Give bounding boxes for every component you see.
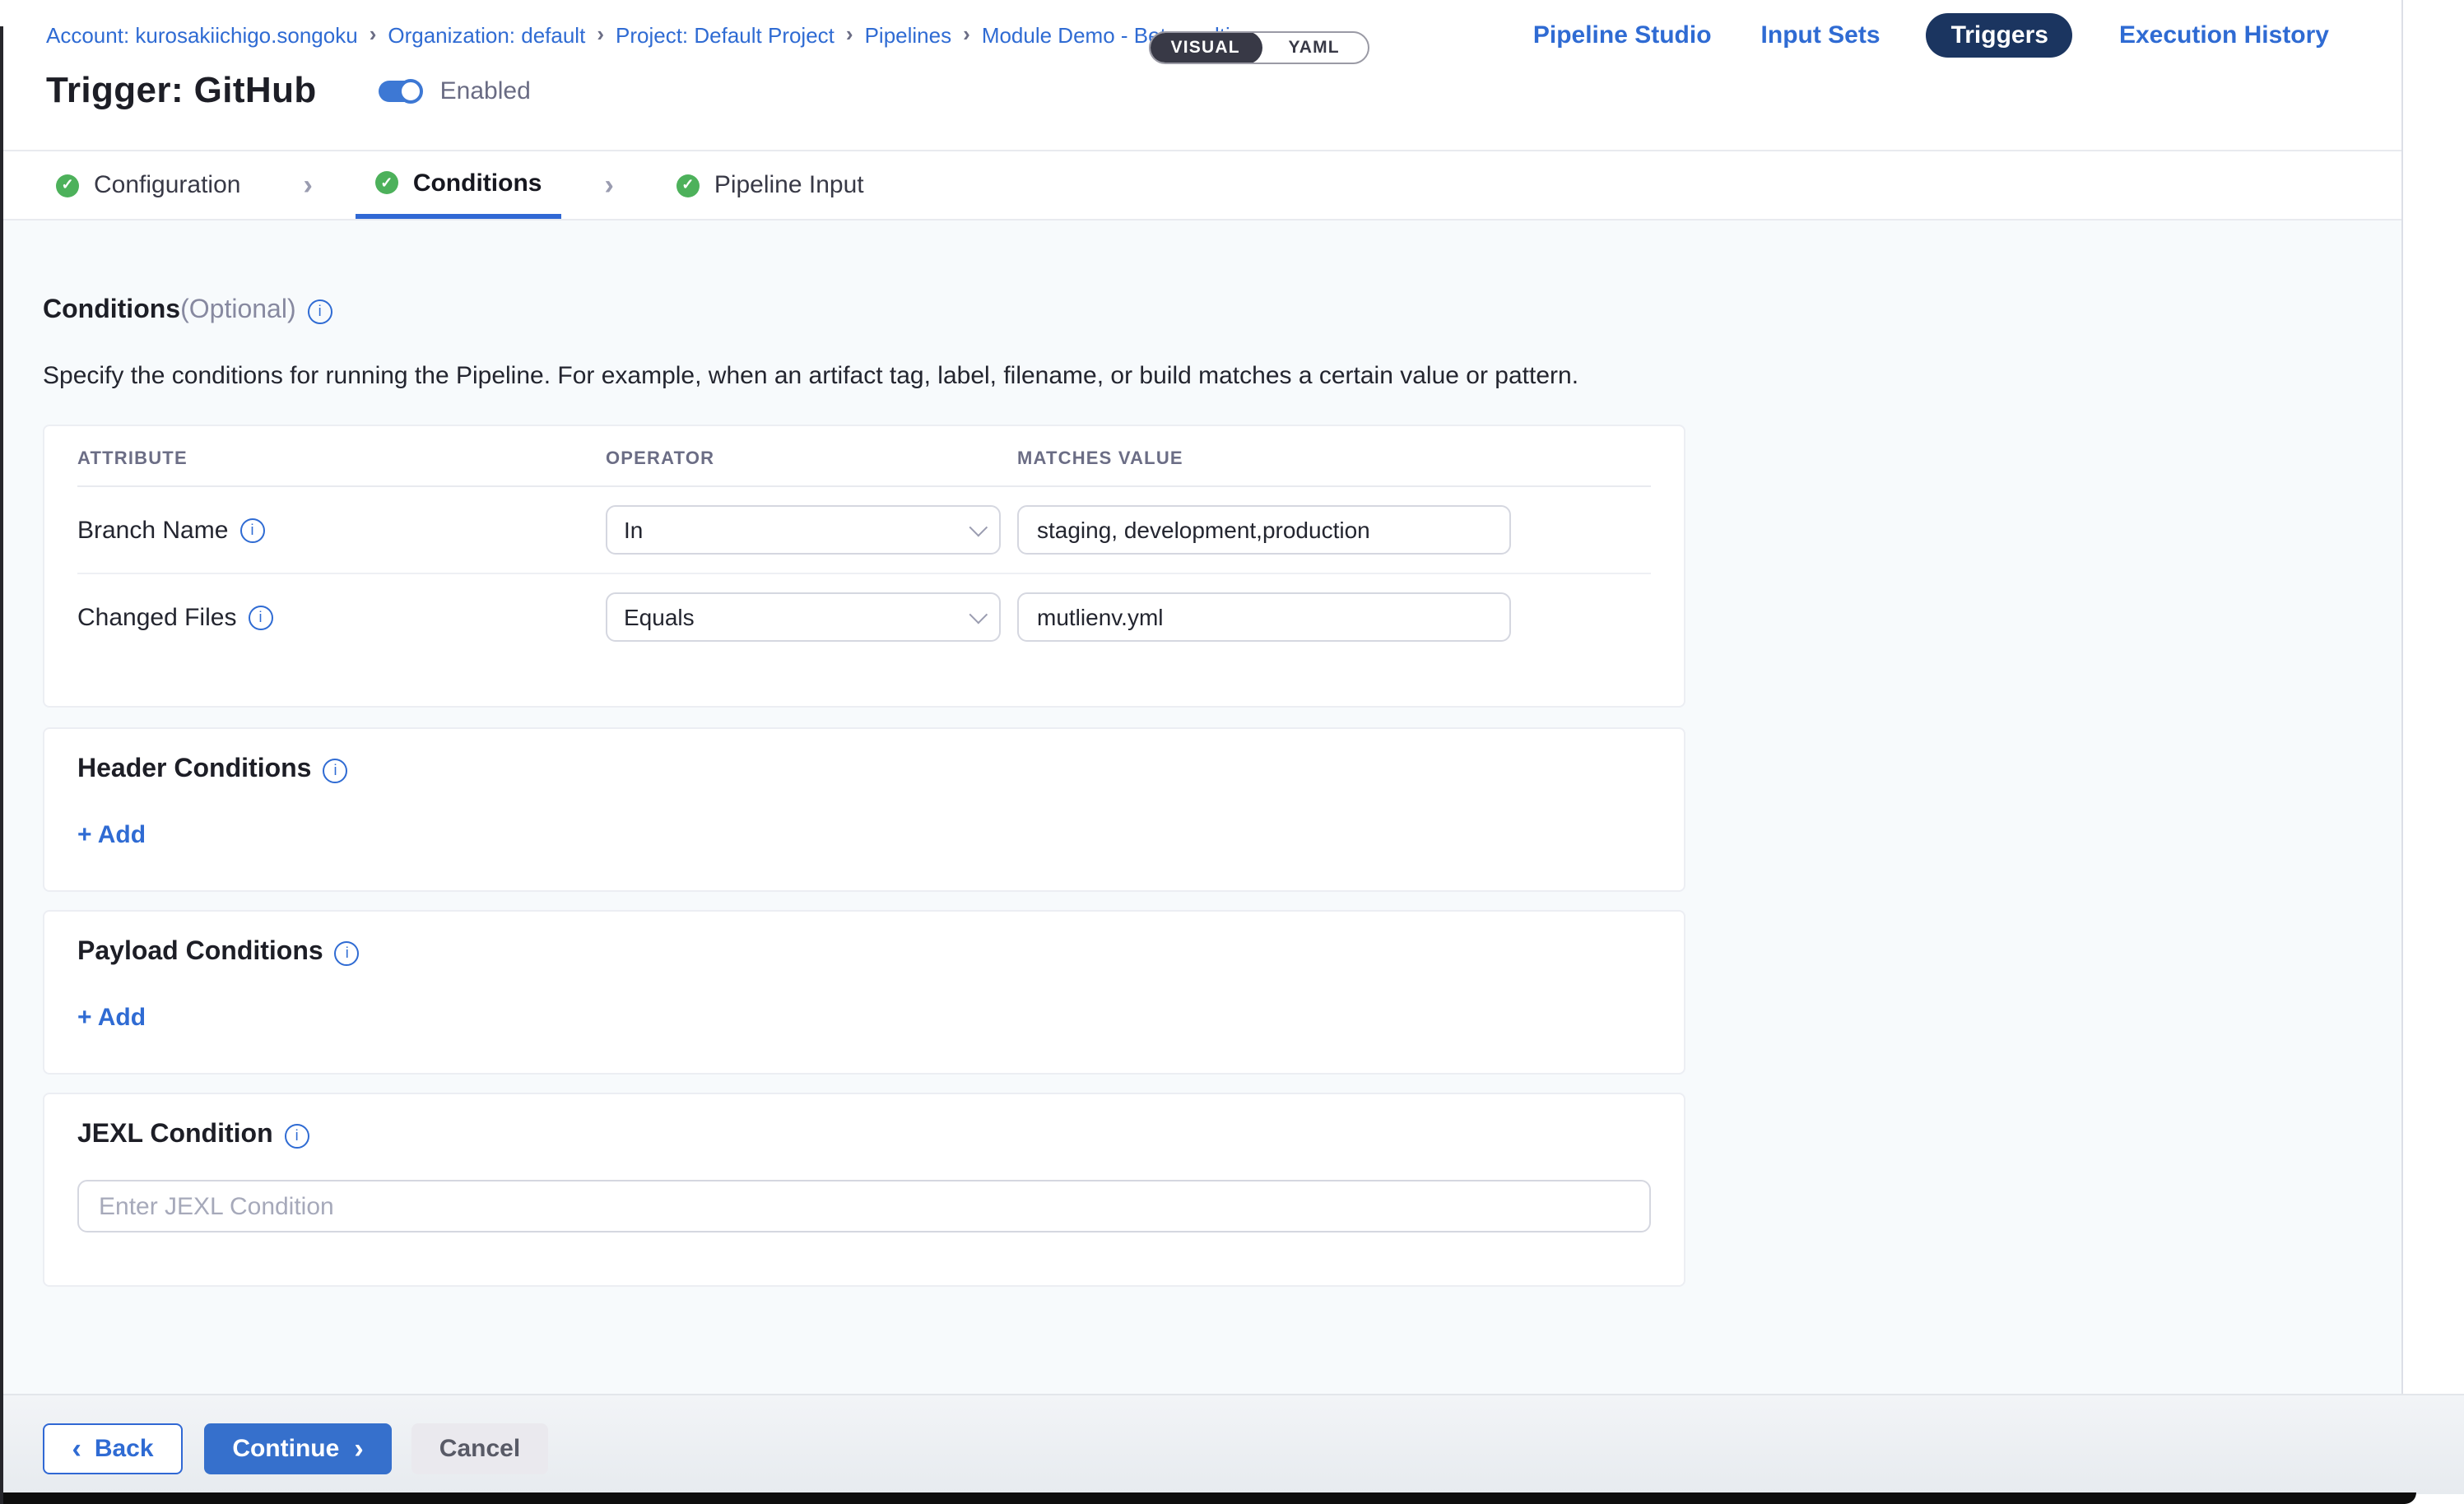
nav-pipeline-studio[interactable]: Pipeline Studio xyxy=(1530,13,1715,58)
breadcrumb-pipelines[interactable]: Pipelines xyxy=(865,23,952,48)
back-button-label: Back xyxy=(95,1435,154,1463)
breadcrumb-project[interactable]: Project: Default Project xyxy=(616,23,835,48)
chevron-left-icon: ‹ xyxy=(72,1435,81,1463)
breadcrumb-account[interactable]: Account: kurosakiichigo.songoku xyxy=(46,23,358,48)
col-operator: OPERATOR xyxy=(606,449,1017,469)
continue-button-label: Continue xyxy=(232,1435,339,1463)
check-circle-icon: ✓ xyxy=(56,174,79,197)
page-header: Account: kurosakiichigo.songoku › Organi… xyxy=(0,0,2401,151)
operator-select[interactable]: Equals xyxy=(606,592,1001,642)
chevron-right-icon: › xyxy=(846,21,853,46)
nav-execution-history[interactable]: Execution History xyxy=(2116,13,2332,58)
wizard-footer: ‹ Back Continue › Cancel xyxy=(0,1394,2464,1494)
right-gutter xyxy=(2403,0,2464,1394)
toggle-visual[interactable]: VISUAL xyxy=(1149,31,1262,64)
page-title: Trigger: GitHub xyxy=(46,69,317,112)
app-window: Account: kurosakiichigo.songoku › Organi… xyxy=(0,0,2464,1504)
toggle-knob xyxy=(399,78,424,103)
conditions-optional-text: (Optional) xyxy=(180,296,296,326)
jexl-condition-heading: JEXL Condition xyxy=(77,1121,273,1150)
chevron-down-icon xyxy=(969,518,988,537)
wizard-tabs: ✓ Configuration › ✓ Conditions › ✓ Pipel… xyxy=(0,151,2401,220)
tab-conditions-label: Conditions xyxy=(413,169,542,197)
table-row: Changed Files i Equals xyxy=(77,574,1651,660)
chevron-right-icon: › xyxy=(963,21,970,46)
chevron-right-icon: › xyxy=(561,151,656,219)
enabled-toggle[interactable] xyxy=(379,80,421,101)
conditions-heading-text: Conditions xyxy=(43,296,180,326)
info-icon[interactable]: i xyxy=(248,605,272,629)
payload-conditions-card: Payload Conditions i + Add xyxy=(43,910,1685,1075)
chevron-right-icon: › xyxy=(354,1435,363,1463)
breadcrumb: Account: kurosakiichigo.songoku › Organi… xyxy=(46,23,1272,48)
attribute-label: Branch Name xyxy=(77,516,228,544)
visual-yaml-toggle: VISUAL YAML xyxy=(1149,31,1369,64)
window-bottom-edge xyxy=(0,1492,2416,1504)
jexl-condition-card: JEXL Condition i xyxy=(43,1093,1685,1287)
chevron-down-icon xyxy=(969,606,988,624)
chevron-right-icon: › xyxy=(597,21,604,46)
back-button[interactable]: ‹ Back xyxy=(43,1423,183,1474)
jexl-condition-input[interactable] xyxy=(77,1180,1651,1232)
info-icon[interactable]: i xyxy=(323,758,347,782)
operator-select[interactable]: In xyxy=(606,505,1001,555)
nav-triggers[interactable]: Triggers xyxy=(1927,13,2073,58)
matches-value-input[interactable] xyxy=(1017,592,1511,642)
payload-conditions-heading: Payload Conditions xyxy=(77,938,323,968)
table-header-row: ATTRIBUTE OPERATOR MATCHES VALUE xyxy=(77,449,1651,487)
operator-value: Equals xyxy=(624,604,695,630)
header-conditions-heading: Header Conditions xyxy=(77,755,311,785)
info-icon[interactable]: i xyxy=(239,518,264,542)
info-icon[interactable]: i xyxy=(285,1123,309,1148)
conditions-table-card: ATTRIBUTE OPERATOR MATCHES VALUE Branch … xyxy=(43,425,1685,708)
tab-conditions[interactable]: ✓ Conditions xyxy=(356,151,562,219)
cancel-button[interactable]: Cancel xyxy=(411,1423,548,1474)
title-row: Trigger: GitHub Enabled xyxy=(46,69,531,112)
main-column: Account: kurosakiichigo.songoku › Organi… xyxy=(0,0,2401,1504)
table-row: Branch Name i In xyxy=(77,487,1651,574)
continue-button[interactable]: Continue › xyxy=(204,1423,392,1474)
operator-value: In xyxy=(624,517,643,543)
tab-pipeline-input-label: Pipeline Input xyxy=(714,171,864,199)
col-matches-value: MATCHES VALUE xyxy=(1017,449,1651,469)
check-circle-icon: ✓ xyxy=(676,174,700,197)
header-conditions-card: Header Conditions i + Add xyxy=(43,727,1685,892)
conditions-panel: Conditions (Optional) i Specify the cond… xyxy=(0,220,2401,1397)
window-left-edge xyxy=(0,26,3,1504)
pipeline-nav: Pipeline Studio Input Sets Triggers Exec… xyxy=(1530,13,2332,58)
cancel-button-label: Cancel xyxy=(439,1435,520,1463)
tab-configuration[interactable]: ✓ Configuration xyxy=(36,151,260,219)
tab-configuration-label: Configuration xyxy=(94,171,240,199)
col-attribute: ATTRIBUTE xyxy=(77,449,606,469)
conditions-heading: Conditions (Optional) i xyxy=(43,296,332,326)
toggle-yaml[interactable]: YAML xyxy=(1260,33,1368,63)
add-header-condition-button[interactable]: + Add xyxy=(77,821,146,849)
matches-value-input[interactable] xyxy=(1017,505,1511,555)
tab-pipeline-input[interactable]: ✓ Pipeline Input xyxy=(657,151,884,219)
attribute-label: Changed Files xyxy=(77,603,236,631)
check-circle-icon: ✓ xyxy=(375,171,398,194)
enabled-label: Enabled xyxy=(440,77,531,104)
conditions-description: Specify the conditions for running the P… xyxy=(43,362,1578,390)
nav-input-sets[interactable]: Input Sets xyxy=(1758,13,1884,58)
breadcrumb-organization[interactable]: Organization: default xyxy=(388,23,585,48)
info-icon[interactable]: i xyxy=(308,299,332,323)
chevron-right-icon: › xyxy=(260,151,355,219)
add-payload-condition-button[interactable]: + Add xyxy=(77,1004,146,1032)
chevron-right-icon: › xyxy=(370,21,377,46)
panel-divider xyxy=(2401,0,2403,1394)
info-icon[interactable]: i xyxy=(335,940,360,965)
